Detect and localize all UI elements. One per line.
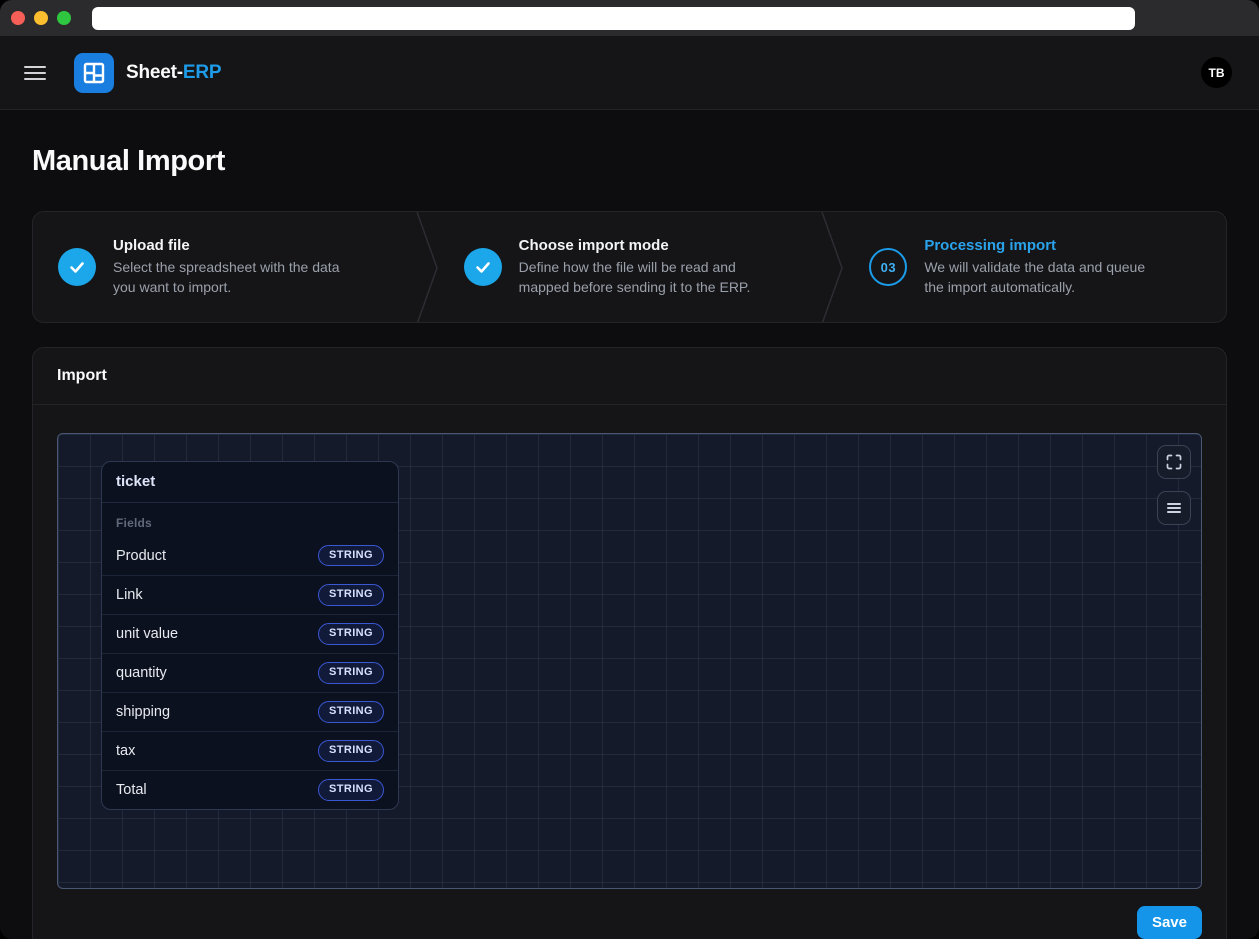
step-description: We will validate the data and queue the …: [924, 258, 1146, 295]
field-name: unit value: [116, 626, 179, 642]
minimize-window-button[interactable]: [34, 11, 48, 25]
step-title: Choose import mode: [518, 236, 669, 254]
menu-icon: [1167, 503, 1181, 513]
fit-view-icon: [1166, 454, 1182, 470]
field-row[interactable]: Product STRING: [102, 536, 398, 575]
window-controls: [11, 11, 71, 25]
field-type-badge: STRING: [318, 779, 384, 801]
fields-section-label: Fields: [116, 516, 152, 530]
field-type-badge: STRING: [318, 740, 384, 762]
field-row[interactable]: tax STRING: [102, 731, 398, 770]
canvas-controls: [1157, 445, 1191, 525]
page-title: Manual Import: [32, 145, 225, 177]
field-type-badge: STRING: [318, 544, 384, 567]
fit-view-button[interactable]: [1157, 445, 1191, 479]
check-icon: [463, 248, 502, 286]
brand-name: Sheet-ERP: [126, 61, 222, 84]
field-name: Total: [116, 782, 147, 798]
step-choose-import-mode: Choose import mode Define how the file w…: [439, 212, 821, 322]
step-separator-chevron: [821, 212, 844, 322]
browser-window: Sheet-ERP TB Manual Import Upload file S…: [0, 0, 1259, 939]
check-icon: [58, 248, 96, 286]
import-panel: Import ticket Fields Product STRING Link…: [32, 347, 1227, 939]
import-panel-header: Import: [33, 348, 1226, 405]
canvas-menu-button[interactable]: [1157, 491, 1191, 525]
field-type-badge: STRING: [318, 623, 384, 645]
step-description: Select the spreadsheet with the data you…: [113, 258, 340, 295]
field-name: quantity: [116, 665, 167, 681]
menu-icon[interactable]: [24, 65, 46, 80]
brand-primary: Sheet-: [126, 61, 183, 83]
field-name: tax: [116, 743, 136, 759]
app-header: Sheet-ERP TB: [0, 36, 1259, 110]
field-row[interactable]: Link STRING: [102, 575, 398, 614]
browser-chrome: [0, 0, 1259, 36]
step-number-badge: 03: [869, 248, 908, 286]
field-name: Product: [116, 547, 166, 564]
app-logo-icon[interactable]: [74, 52, 114, 93]
save-button[interactable]: Save: [1136, 906, 1202, 939]
node-title: ticket: [116, 473, 156, 490]
field-name: shipping: [116, 704, 171, 720]
field-name: Link: [116, 587, 143, 603]
field-type-badge: STRING: [318, 584, 384, 606]
field-row[interactable]: Total STRING: [102, 770, 398, 809]
step-processing-import: 03 Processing import We will validate th…: [844, 212, 1226, 322]
brand-accent: ERP: [182, 61, 222, 83]
step-title: Upload file: [113, 236, 190, 254]
close-window-button[interactable]: [11, 11, 25, 25]
field-row[interactable]: quantity STRING: [102, 653, 398, 692]
field-row[interactable]: unit value STRING: [102, 614, 398, 653]
step-title: Processing import: [924, 236, 1057, 254]
field-type-badge: STRING: [318, 662, 384, 684]
import-stepper: Upload file Select the spreadsheet with …: [32, 211, 1227, 323]
import-panel-title: Import: [57, 367, 107, 384]
step-upload-file: Upload file Select the spreadsheet with …: [33, 212, 415, 322]
mapping-canvas[interactable]: ticket Fields Product STRING Link STRING: [57, 433, 1202, 889]
main-content: Manual Import Upload file Select the spr…: [0, 110, 1259, 939]
field-row[interactable]: shipping STRING: [102, 692, 398, 731]
address-bar[interactable]: [92, 6, 1135, 30]
field-type-badge: STRING: [318, 701, 384, 723]
user-avatar[interactable]: TB: [1201, 57, 1232, 88]
step-description: Define how the file will be read and map…: [518, 258, 751, 295]
import-panel-footer: Save: [33, 889, 1226, 939]
zoom-window-button[interactable]: [57, 11, 71, 25]
step-separator-chevron: [415, 212, 438, 322]
ticket-node[interactable]: ticket Fields Product STRING Link STRING: [101, 461, 399, 810]
node-header: ticket: [102, 462, 398, 503]
